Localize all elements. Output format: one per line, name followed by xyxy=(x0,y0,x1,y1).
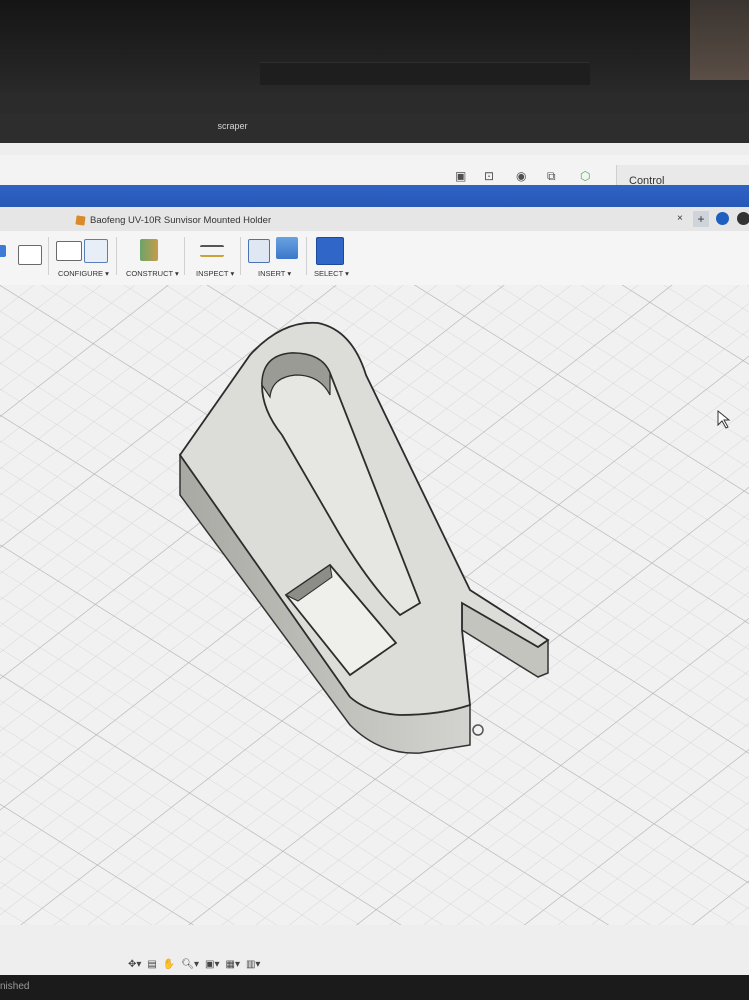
monitor-screen: scraper ▣ ⊡ ◉ ⧉ ⬡ Control Baofeng UV-10R… xyxy=(0,95,749,975)
toolbar-separator xyxy=(306,237,307,275)
insert-label: INSERT ▾ xyxy=(258,269,292,278)
job-status-icon[interactable]: ⊡ xyxy=(484,169,494,183)
orbit-icon[interactable]: ✥▾ xyxy=(128,959,141,970)
construct-plane-icon xyxy=(140,239,158,261)
data-panel-icon[interactable]: ▣ xyxy=(455,169,466,183)
application-bar xyxy=(0,185,749,207)
extension-icon[interactable]: ⧉ xyxy=(547,169,556,184)
viewport-canvas[interactable] xyxy=(0,285,749,925)
new-tab-button[interactable]: + xyxy=(693,211,709,227)
insert-derive-icon xyxy=(248,239,270,263)
display-settings-icon[interactable]: ▣▾ xyxy=(205,959,219,970)
status-text: nished xyxy=(0,981,30,992)
sketch-icon xyxy=(0,245,6,257)
online-status-icon[interactable]: ⬡ xyxy=(580,169,590,183)
toolbar-separator xyxy=(48,237,49,275)
close-tab-icon[interactable]: × xyxy=(677,213,683,224)
background-shelf xyxy=(690,0,749,80)
room-background xyxy=(0,0,749,95)
ribbon-toolbar: CONFIGURE ▾ CONSTRUCT ▾ INSPECT ▾ INSERT… xyxy=(0,231,749,286)
window-titlebar[interactable]: scraper xyxy=(0,113,749,143)
monitor-top-edge xyxy=(260,62,590,85)
help-icon[interactable] xyxy=(737,212,749,225)
configure-table-icon xyxy=(84,239,108,263)
insert-image-icon xyxy=(276,237,298,259)
navigation-bar: ✥▾ ▤ ✋ 🔍︎▾ ▣▾ ▦▾ ▥▾ xyxy=(128,955,288,973)
viewports-icon[interactable]: ▥▾ xyxy=(246,959,260,970)
design-cube-icon xyxy=(75,214,86,226)
document-tab-title: Baofeng UV-10R Sunvisor Mounted Holder xyxy=(90,214,272,226)
toolbar-separator xyxy=(184,237,185,275)
document-tab-bar: Baofeng UV-10R Sunvisor Mounted Holder ×… xyxy=(0,207,749,231)
grid-settings-icon[interactable]: ▦▾ xyxy=(226,959,240,970)
look-at-icon[interactable]: ▤ xyxy=(147,959,156,970)
select-label: SELECT ▾ xyxy=(314,269,349,278)
table-icon xyxy=(18,245,42,265)
measure-icon xyxy=(200,245,224,257)
3d-viewport[interactable] xyxy=(0,285,749,925)
toolbar-separator xyxy=(240,237,241,275)
fusion-app: ▣ ⊡ ◉ ⧉ ⬡ Control Baofeng UV-10R Sunviso… xyxy=(0,143,749,975)
window-title: scraper xyxy=(217,121,248,131)
toolbar-separator xyxy=(116,237,117,275)
zoom-icon[interactable]: 🔍︎▾ xyxy=(181,959,199,970)
select-icon xyxy=(316,237,344,265)
inspect-label: INSPECT ▾ xyxy=(196,269,235,278)
configure-parameter-icon xyxy=(56,241,82,261)
document-tab[interactable]: Baofeng UV-10R Sunvisor Mounted Holder xyxy=(66,211,281,229)
top-strip: ▣ ⊡ ◉ ⧉ ⬡ Control xyxy=(0,155,749,193)
configure-label: CONFIGURE ▾ xyxy=(58,269,109,278)
construct-label: CONSTRUCT ▾ xyxy=(126,269,179,278)
pan-icon[interactable]: ✋ xyxy=(163,959,175,970)
bottom-bezel: nished xyxy=(0,975,749,1000)
online-icon[interactable] xyxy=(716,212,729,225)
notification-icon[interactable]: ◉ xyxy=(516,169,526,183)
